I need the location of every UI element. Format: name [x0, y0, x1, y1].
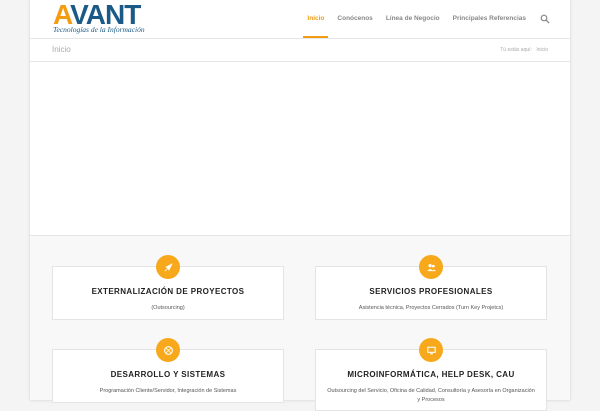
rocket-icon: [164, 262, 173, 271]
nav-item-conocenos[interactable]: Conócenos: [337, 0, 372, 38]
site-header: AVANT Tecnologías de la Información Inic…: [30, 0, 570, 39]
page-container: AVANT Tecnologías de la Información Inic…: [30, 0, 570, 411]
service-icon-badge: [156, 338, 180, 362]
service-icon-badge: [419, 255, 443, 279]
service-title: MICROINFORMÁTICA, HELP DESK, CAU: [347, 370, 515, 379]
service-description: Outsourcing del Servicio, Oficina de Cal…: [327, 388, 535, 403]
services-section: EXTERNALIZACIÓN DE PROYECTOS (Outsourcin…: [30, 236, 570, 411]
users-icon: [426, 263, 436, 271]
service-card-servicios-profesionales: SERVICIOS PROFESIONALES Asistencia técni…: [315, 255, 547, 320]
logo[interactable]: AVANT Tecnologías de la Información: [53, 1, 183, 35]
nav-item-principales-referencias[interactable]: Principales Referencias: [453, 0, 526, 38]
basketball-icon: [163, 345, 173, 355]
search-icon[interactable]: [540, 14, 550, 24]
hero-slider: [30, 62, 570, 236]
service-description: (Outsourcing): [151, 305, 185, 311]
service-title: DESARROLLO Y SISTEMAS: [110, 370, 226, 379]
service-description: Asistencia técnica, Proyectos Cerrados (…: [358, 305, 504, 311]
service-card-microinformatica: MICROINFORMÁTICA, HELP DESK, CAU Outsour…: [315, 338, 547, 411]
service-card-externalizacion: EXTERNALIZACIÓN DE PROYECTOS (Outsourcin…: [52, 255, 284, 320]
main-nav: Inicio Conócenos Línea de Negocio Princi…: [294, 0, 550, 38]
service-description: Programación Cliente/Servidor, Integraci…: [99, 388, 237, 394]
monitor-icon: [426, 346, 436, 354]
breadcrumb: Tú estás aquí: Inicio: [497, 39, 548, 61]
nav-item-inicio[interactable]: Inicio: [303, 0, 329, 38]
breadcrumb-current[interactable]: Inicio: [536, 47, 548, 53]
breadcrumb-bar: Inicio Tú estás aquí: Inicio: [30, 39, 570, 62]
logo-tagline: Tecnologías de la Información: [53, 25, 145, 34]
service-title: SERVICIOS PROFESIONALES: [369, 287, 493, 296]
service-title: EXTERNALIZACIÓN DE PROYECTOS: [91, 287, 245, 296]
breadcrumb-prefix: Tú estás aquí:: [500, 47, 532, 53]
service-card-desarrollo: DESARROLLO Y SISTEMAS Programación Clien…: [52, 338, 284, 403]
nav-item-linea-de-negocio[interactable]: Línea de Negocio: [386, 0, 440, 38]
service-icon-badge: [156, 255, 180, 279]
page-title: Inicio: [52, 45, 71, 54]
service-icon-badge: [419, 338, 443, 362]
